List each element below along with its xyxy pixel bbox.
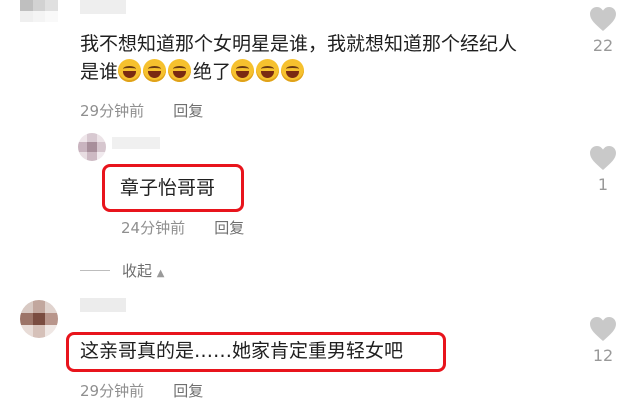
comment-1: 我不想知道那个女明星是谁，我就想知道那个经纪人 是谁 绝了 29分钟前 回复 22 (0, 0, 640, 125)
like-button[interactable]: 22 (578, 6, 628, 55)
reply-text: 章子怡哥哥 (120, 177, 216, 199)
username-blurred[interactable] (80, 0, 126, 14)
laughing-emoji-icon (168, 59, 192, 82)
heart-icon (590, 146, 616, 170)
laughing-emoji-icon (256, 59, 280, 82)
heart-icon (590, 317, 616, 341)
comment-meta: 29分钟前 回复 (80, 380, 203, 401)
avatar[interactable] (20, 300, 58, 338)
like-count: 22 (592, 36, 614, 55)
collapse-divider (80, 270, 110, 271)
laughing-emoji-icon (281, 59, 305, 82)
reply-comment: 章子怡哥哥 24分钟前 回复 1 (0, 125, 640, 265)
reply-button[interactable]: 回复 (173, 382, 203, 400)
comment-text: 我不想知道那个女明星是谁，我就想知道那个经纪人 是谁 绝了 (80, 30, 580, 86)
reply-button[interactable]: 回复 (173, 102, 203, 120)
comment-text-line-1: 我不想知道那个女明星是谁，我就想知道那个经纪人 (80, 33, 518, 55)
comment-time: 29分钟前 (80, 102, 145, 120)
comment-text-line-2-prefix: 是谁 (80, 61, 119, 83)
comment-text-line-2-suffix: 绝了 (193, 61, 232, 83)
comment-text-line-2: 是谁 绝了 (80, 58, 580, 86)
laughing-emoji-icon (231, 59, 255, 82)
comment-meta: 29分钟前 回复 (80, 100, 203, 121)
comment-time: 24分钟前 (121, 219, 186, 237)
chevron-up-icon: ▲ (156, 268, 165, 279)
username-blurred[interactable] (80, 298, 126, 312)
like-count: 1 (597, 175, 609, 194)
laughing-emoji-icon (143, 59, 167, 82)
like-count: 12 (592, 346, 614, 365)
collapse-label: 收起 (122, 262, 153, 280)
like-button[interactable]: 12 (578, 316, 628, 365)
avatar[interactable] (78, 133, 106, 161)
heart-icon (590, 7, 616, 31)
collapse-replies-button[interactable]: 收起 ▲ (122, 260, 165, 281)
reply-button[interactable]: 回复 (214, 219, 244, 237)
comment-time: 29分钟前 (80, 382, 145, 400)
like-button[interactable]: 1 (578, 145, 628, 194)
comment-text: 这亲哥真的是……她家肯定重男轻女吧 (80, 340, 404, 362)
laughing-emoji-icon (118, 59, 142, 82)
comment-meta: 24分钟前 回复 (121, 217, 244, 238)
username-blurred[interactable] (112, 137, 160, 149)
avatar[interactable] (20, 0, 58, 22)
comment-3: 这亲哥真的是……她家肯定重男轻女吧 29分钟前 回复 12 (0, 292, 640, 416)
